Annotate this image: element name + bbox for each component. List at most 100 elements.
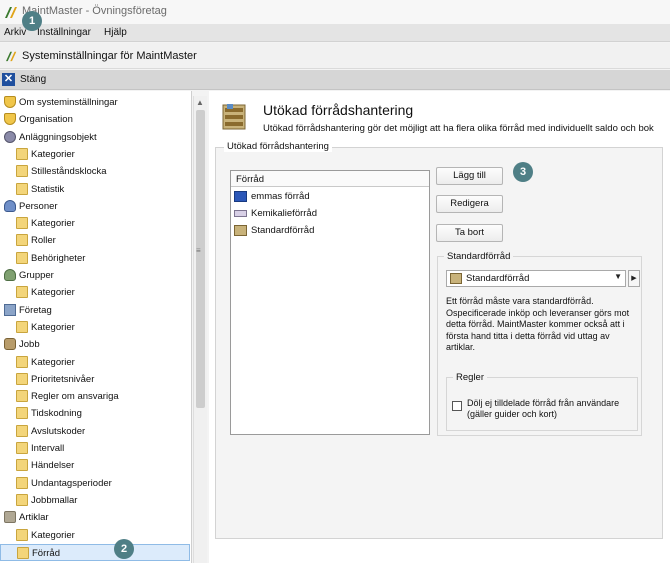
sidebar-item[interactable]: Jobbmallar [0,492,190,509]
sidebar-item[interactable]: Kategorier [0,527,190,544]
sidebar-item[interactable]: Statistik [0,181,190,198]
add-button[interactable]: Lägg till [436,167,503,185]
sidebar-item-label: Intervall [31,443,65,454]
sidebar-item[interactable]: Avslutskoder [0,423,190,440]
sidebar-item[interactable]: Organisation [0,111,190,128]
sidebar-item[interactable]: Behörigheter [0,250,190,267]
sidebar-item[interactable]: Undantagsperioder [0,475,190,492]
gear-icon [4,130,16,143]
settings-tree: Om systeminställningar Organisation Anlägg… [0,91,192,563]
sidebar-item-label: Undantagsperioder [31,477,112,489]
menu-bar: Arkiv Inställningar Hjälp [0,24,670,42]
storage-shelf-icon [222,104,246,130]
sidebar-item[interactable]: Kategorier [0,284,190,301]
sidebar-item[interactable]: Kategorier [0,354,190,371]
standard-storage-group: Standardförråd Standardförråd ▼ ▶ Ett fö… [437,251,642,436]
sidebar-item-label: Behörigheter [31,252,86,264]
sidebar-item-label: Personer [19,200,58,212]
sidebar-item[interactable]: Händelser [0,457,190,474]
edit-button[interactable]: Redigera [436,195,503,213]
folder-icon [16,147,28,160]
maintmaster-logo-icon [6,51,17,62]
sidebar-item[interactable]: Om systeminställningar [0,94,190,111]
sidebar-item[interactable]: Kategorier [0,319,190,336]
sidebar-item-label: Statistik [31,183,65,195]
list-item[interactable]: Kemikalieförråd [233,206,427,221]
sidebar-item-label: Grupper [19,270,54,281]
folder-icon [16,407,28,420]
sidebar-item[interactable]: Tidskodning [0,405,190,422]
folder-icon [16,286,28,299]
sidebar-item-label: Kategorier [31,148,75,160]
page-description: Utökad förrådshantering gör det möjligt … [263,123,654,134]
tree-scrollbar[interactable]: ▲ ≡ [193,96,207,563]
sidebar-item-label: Kategorier [31,321,75,333]
step-badge-2: 2 [114,539,134,559]
document-title: Systeminställningar för MaintMaster [22,50,197,62]
sidebar-item-label: Företag [19,304,52,316]
chevron-down-icon[interactable]: ▼ [614,272,622,281]
menu-installningar[interactable]: Inställningar [37,27,91,38]
list-header-label: Förråd [236,174,264,185]
sidebar-item-label: Prioritetsnivåer [31,373,95,385]
sidebar-item-label: Kategorier [31,287,75,299]
sidebar-item-label: Förråd [32,547,60,559]
folder-icon [16,182,28,195]
delete-button[interactable]: Ta bort [436,224,503,242]
sidebar-item[interactable]: Personer [0,198,190,215]
close-label[interactable]: Stäng [20,74,46,85]
step-badge-1: 1 [22,11,42,31]
rules-group: Regler Dölj ej tilldelade förråd från an… [446,372,638,431]
scroll-grip-icon: ≡ [196,246,201,255]
sidebar-item[interactable]: Jobb [0,336,190,353]
sidebar-item[interactable]: Stilleståndsklocka [0,163,190,180]
scrollbar-thumb[interactable] [196,110,205,408]
standard-storage-label: Standardförråd [444,251,514,262]
sidebar-item[interactable]: Förråd [0,543,190,561]
rules-label: Regler [453,372,487,383]
page-title: Utökad förrådshantering [263,102,414,118]
sidebar-item[interactable]: Roller [0,232,190,249]
article-icon [4,511,16,524]
hide-unassigned-checkbox[interactable] [452,401,462,411]
sidebar-item[interactable]: Prioritetsnivåer [0,371,190,388]
sidebar-item[interactable]: Regler om ansvariga [0,388,190,405]
menu-hjalp[interactable]: Hjälp [104,27,127,38]
sidebar-item-label: Stilleståndsklocka [31,166,107,178]
folder-icon [16,442,28,454]
open-detail-button[interactable]: ▶ [628,270,640,287]
sidebar-item[interactable]: Kategorier [0,146,190,163]
sidebar-item-label: Jobbmallar [31,494,78,506]
sidebar-item-label: Tidskodning [31,408,82,420]
close-bar[interactable]: ✕ Stäng [0,70,670,90]
close-icon[interactable]: ✕ [2,73,15,86]
standard-storage-note: Ett förråd måste vara standardförråd. Os… [446,296,630,352]
sidebar-item[interactable]: Artiklar [0,509,190,526]
sidebar-item-label: Artiklar [19,512,49,524]
sidebar-item-label: Anläggningsobjekt [19,131,97,143]
folder-icon [16,424,28,437]
title-bar: MaintMaster - Övningsföretag [0,0,670,24]
sidebar-item[interactable]: Intervall [0,440,190,457]
shield-icon [4,113,16,126]
storage-list[interactable]: Förråd emmas förråd Kemikalieförråd Stan… [230,170,430,435]
sidebar-item[interactable]: Kategorier [0,215,190,232]
tray-icon [234,210,247,217]
sidebar-item[interactable]: Anläggningsobjekt [0,129,190,146]
folder-icon [16,320,28,333]
sidebar-item[interactable]: Grupper [0,267,190,284]
step-badge-3: 3 [513,162,533,182]
storage-group-label: Utökad förrådshantering [224,141,332,152]
list-item[interactable]: emmas förråd [233,189,427,204]
folder-icon [16,234,28,247]
list-column-header[interactable]: Förråd [231,171,429,187]
window-title: MaintMaster - Övningsföretag [22,5,167,17]
sidebar-item[interactable]: Företag [0,302,190,319]
hide-unassigned-label[interactable]: Dölj ej tilldelade förråd från användare… [467,398,637,420]
list-item[interactable]: Standardförråd [233,223,427,238]
scroll-up-arrow-icon[interactable]: ▲ [196,98,204,107]
sidebar-item-label: Regler om ansvariga [31,391,119,403]
standard-storage-select[interactable]: Standardförråd ▼ [446,270,626,287]
menu-arkiv[interactable]: Arkiv [4,27,26,38]
sidebar-item-label: Kategorier [31,356,75,368]
